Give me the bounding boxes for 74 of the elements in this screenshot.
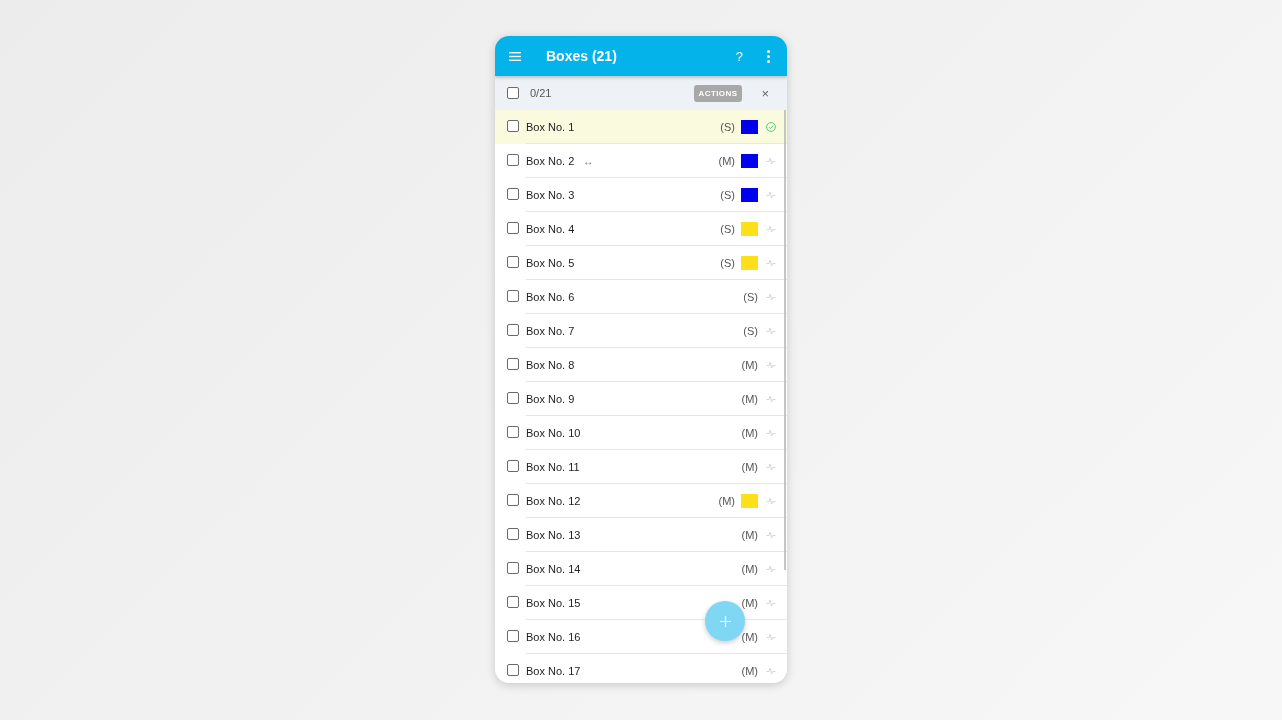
row-checkbox[interactable]	[507, 221, 519, 234]
box-size: (M)	[741, 597, 758, 609]
box-name: Box No. 10	[526, 427, 581, 439]
box-name: Box No. 8	[526, 359, 575, 371]
row-checkbox[interactable]	[507, 459, 519, 472]
app-title: Boxes (21)	[546, 48, 617, 64]
box-name: Box No. 16	[526, 631, 581, 643]
box-list-item[interactable]: Box No. 4 (S)	[495, 212, 787, 246]
box-list-item[interactable]: Box No. 6 (S)	[495, 280, 787, 314]
row-checkbox[interactable]	[507, 663, 519, 676]
box-name: Box No. 4	[526, 223, 575, 235]
select-all-checkbox[interactable]	[507, 87, 519, 99]
close-button[interactable]: ×	[761, 85, 769, 101]
box-size: (S)	[720, 189, 735, 201]
row-checkbox[interactable]	[507, 527, 519, 540]
box-name: Box No. 15	[526, 597, 581, 609]
box-list-item[interactable]: Box No. 1 (S)	[495, 110, 787, 144]
box-size: (S)	[720, 223, 735, 235]
box-size: (M)	[741, 665, 758, 677]
box-list-item[interactable]: Box No. 9 (M)	[495, 382, 787, 416]
box-size: (S)	[743, 291, 758, 303]
box-list-item[interactable]: Box No. 12 (M)	[495, 484, 787, 518]
row-checkbox[interactable]	[507, 323, 519, 336]
box-size: (M)	[741, 529, 758, 541]
box-size: (M)	[741, 427, 758, 439]
box-list-item[interactable]: Box No. 11 (M)	[495, 450, 787, 484]
box-name: Box No. 17	[526, 665, 581, 677]
box-list-item[interactable]: Box No. 8 (M)	[495, 348, 787, 382]
add-icon	[719, 615, 731, 627]
row-checkbox[interactable]	[507, 425, 519, 438]
box-name: Box No. 3	[526, 189, 575, 201]
row-checkbox[interactable]	[507, 629, 519, 642]
scrollbar[interactable]	[784, 110, 786, 570]
row-checkbox[interactable]	[507, 153, 519, 166]
box-name: Box No. 6	[526, 291, 575, 303]
box-name: Box No. 12	[526, 495, 581, 507]
box-size: (S)	[743, 325, 758, 337]
box-size: (M)	[741, 393, 758, 405]
selection-count: 0/21	[530, 87, 552, 99]
box-name: Box No. 7	[526, 325, 575, 337]
box-list-item[interactable]: Box No. 7 (S)	[495, 314, 787, 348]
box-size: (M)	[741, 631, 758, 643]
box-name: Box No. 1	[526, 121, 575, 133]
box-list-item[interactable]: Box No. 15 (M)	[495, 586, 787, 620]
row-checkbox[interactable]	[507, 493, 519, 506]
box-list-item[interactable]: Box No. 13 (M)	[495, 518, 787, 552]
box-size: (M)	[741, 359, 758, 371]
box-name: Box No. 5	[526, 257, 575, 269]
box-list-item[interactable]: Box No. 10 (M)	[495, 416, 787, 450]
box-size: (M)	[718, 155, 735, 167]
row-checkbox[interactable]	[507, 289, 519, 302]
row-checkbox[interactable]	[507, 119, 519, 132]
box-name: Box No. 2	[526, 155, 575, 167]
box-name: Box No. 13	[526, 529, 581, 541]
box-size: (M)	[718, 495, 735, 507]
row-checkbox[interactable]	[507, 561, 519, 574]
box-list-item[interactable]: Box No. 2 ↔ (M)	[495, 144, 787, 178]
box-size: (M)	[741, 563, 758, 575]
box-size: (S)	[720, 121, 735, 133]
box-name: Box No. 11	[526, 461, 580, 473]
box-list-item[interactable]: Box No. 5 (S)	[495, 246, 787, 280]
row-checkbox[interactable]	[507, 357, 519, 370]
row-checkbox[interactable]	[507, 391, 519, 404]
box-list-item[interactable]: Box No. 14 (M)	[495, 552, 787, 586]
row-checkbox[interactable]	[507, 255, 519, 268]
box-size: (S)	[720, 257, 735, 269]
box-list-item[interactable]: Box No. 16 (M)	[495, 620, 787, 654]
box-size: (M)	[741, 461, 758, 473]
box-list-item[interactable]: Box No. 3 (S)	[495, 178, 787, 212]
box-name: Box No. 14	[526, 563, 581, 575]
drag-handle[interactable]: ↔	[583, 155, 594, 167]
row-checkbox[interactable]	[507, 595, 519, 608]
box-name: Box No. 9	[526, 393, 575, 405]
row-checkbox[interactable]	[507, 187, 519, 200]
